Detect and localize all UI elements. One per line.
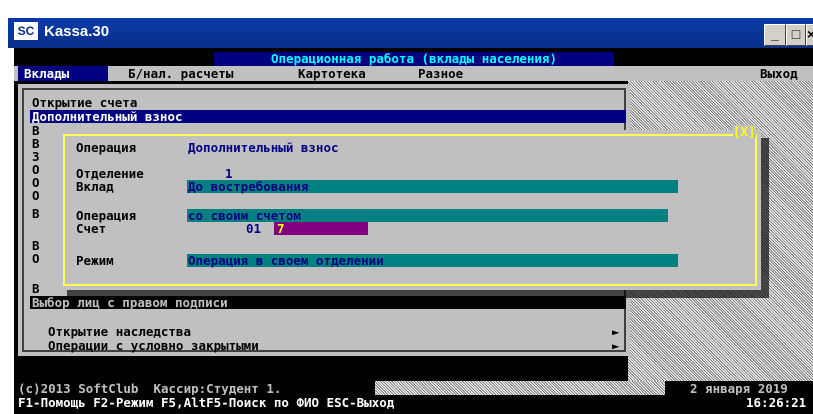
minimize-button[interactable]: _ bbox=[764, 24, 786, 46]
menu-item-cards[interactable]: Картотека bbox=[298, 67, 366, 80]
deposit-value: До востребования bbox=[188, 179, 309, 194]
account-prefix: 01 bbox=[246, 221, 262, 236]
copyright-text: (c)2013 SoftClub Кассир:Студент 1. bbox=[18, 381, 282, 396]
submenu-item-conditional[interactable]: Операции с условно закрытыми bbox=[48, 339, 259, 352]
close-button[interactable]: × bbox=[806, 24, 813, 46]
submenu-item-inheritance[interactable]: Открытие наследства bbox=[48, 325, 191, 338]
mode-value: Операция в своем отделении bbox=[188, 253, 384, 268]
title-bar[interactable] bbox=[8, 18, 813, 48]
submenu-item-open-account[interactable]: Открытие счета bbox=[32, 96, 137, 109]
status-pattern bbox=[375, 381, 665, 395]
submenu-hidden-letter[interactable]: О bbox=[32, 189, 40, 202]
status-date: 2 января 2019 bbox=[690, 381, 788, 396]
submenu-hidden-letter[interactable]: В bbox=[32, 282, 40, 295]
submenu-hidden-letter[interactable]: В bbox=[32, 207, 40, 220]
app-icon: SC bbox=[14, 22, 38, 40]
screen-header: Операционная работа (вклады населения) bbox=[214, 52, 614, 66]
status-time: 16:26:21 bbox=[746, 395, 807, 410]
window-title: Kassa.30 bbox=[44, 23, 110, 40]
account-value: 7 bbox=[277, 221, 285, 236]
menu-item-misc[interactable]: Разное bbox=[418, 67, 463, 80]
submenu-hidden-letter[interactable]: О bbox=[32, 252, 40, 265]
operation-label: Операция bbox=[76, 140, 137, 155]
menu-item-deposits[interactable]: Вклады bbox=[24, 67, 69, 80]
account-input[interactable] bbox=[274, 222, 368, 235]
submenu-item-additional-deposit[interactable]: Дополнительный взнос bbox=[32, 110, 183, 123]
dialog-close-button[interactable]: [X] bbox=[733, 125, 756, 138]
submenu-arrow-icon: ► bbox=[612, 338, 620, 353]
submenu-arrow-icon: ► bbox=[612, 324, 620, 339]
operation-value: Дополнительный взнос bbox=[188, 140, 339, 155]
menu-item-noncash[interactable]: Б/нал. расчеты bbox=[128, 67, 233, 80]
hotkeys-hint: F1-Помощь F2-Режим F5,AltF5-Поиск по ФИО… bbox=[18, 395, 395, 410]
mode-label: Режим bbox=[76, 253, 114, 268]
menu-item-exit[interactable]: Выход bbox=[760, 67, 798, 80]
maximize-button[interactable]: □ bbox=[786, 24, 806, 46]
deposit-label: Вклад bbox=[76, 179, 114, 194]
account-label: Счет bbox=[76, 221, 107, 236]
